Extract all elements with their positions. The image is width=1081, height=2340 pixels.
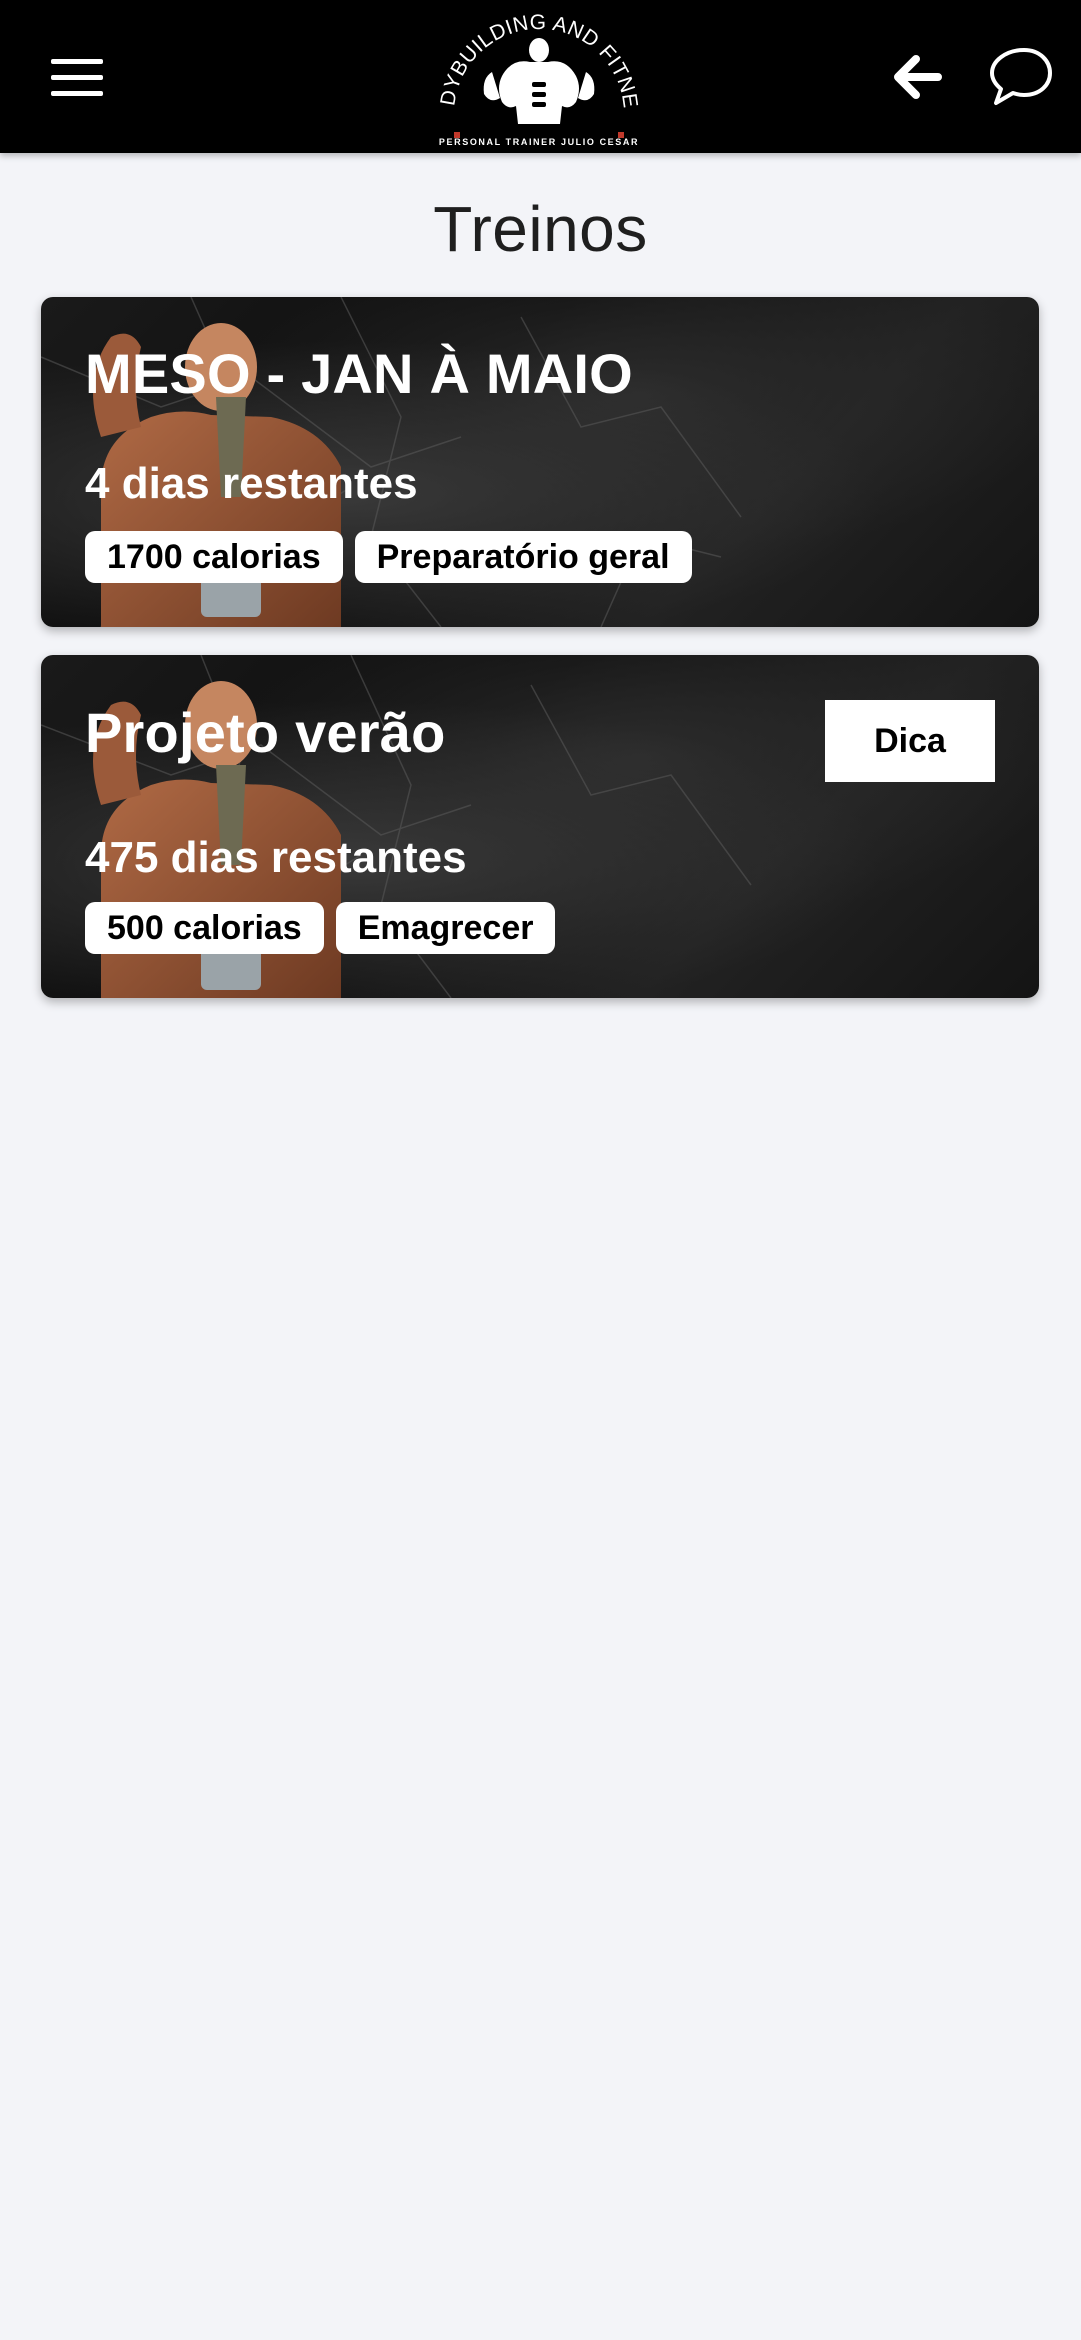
tip-button[interactable]: Dica [825,700,995,782]
goal-tag: Emagrecer [335,902,556,954]
workout-card[interactable]: MESO - JAN À MAIO 4 dias restantes 1700 … [41,297,1039,627]
workout-tags: 500 calorias Emagrecer [85,902,556,954]
workout-tags: 1700 calorias Preparatório geral [85,531,692,583]
workout-title: MESO - JAN À MAIO [85,342,633,405]
calories-tag: 500 calorias [85,902,324,954]
svg-text:PERSONAL TRAINER JULIO CESAR: PERSONAL TRAINER JULIO CESAR [439,137,639,147]
goal-tag: Preparatório geral [354,531,692,583]
days-remaining: 4 dias restantes [85,459,418,508]
brand-logo: BODYBUILDING AND FITNESS PERSONAL TRAINE… [432,6,641,147]
app-header: BODYBUILDING AND FITNESS PERSONAL TRAINE… [0,0,1081,153]
chat-bubble-icon[interactable] [984,44,1054,110]
days-remaining: 475 dias restantes [85,833,467,882]
workout-card[interactable]: Projeto verão Dica 475 dias restantes 50… [41,655,1039,998]
app-screen: BODYBUILDING AND FITNESS PERSONAL TRAINE… [0,0,1081,2340]
arrow-left-icon[interactable] [886,44,952,110]
page-title: Treinos [433,193,648,265]
workout-title: Projeto verão [85,701,446,764]
hamburger-menu-icon[interactable] [40,44,114,110]
calories-tag: 1700 calorias [85,531,343,583]
